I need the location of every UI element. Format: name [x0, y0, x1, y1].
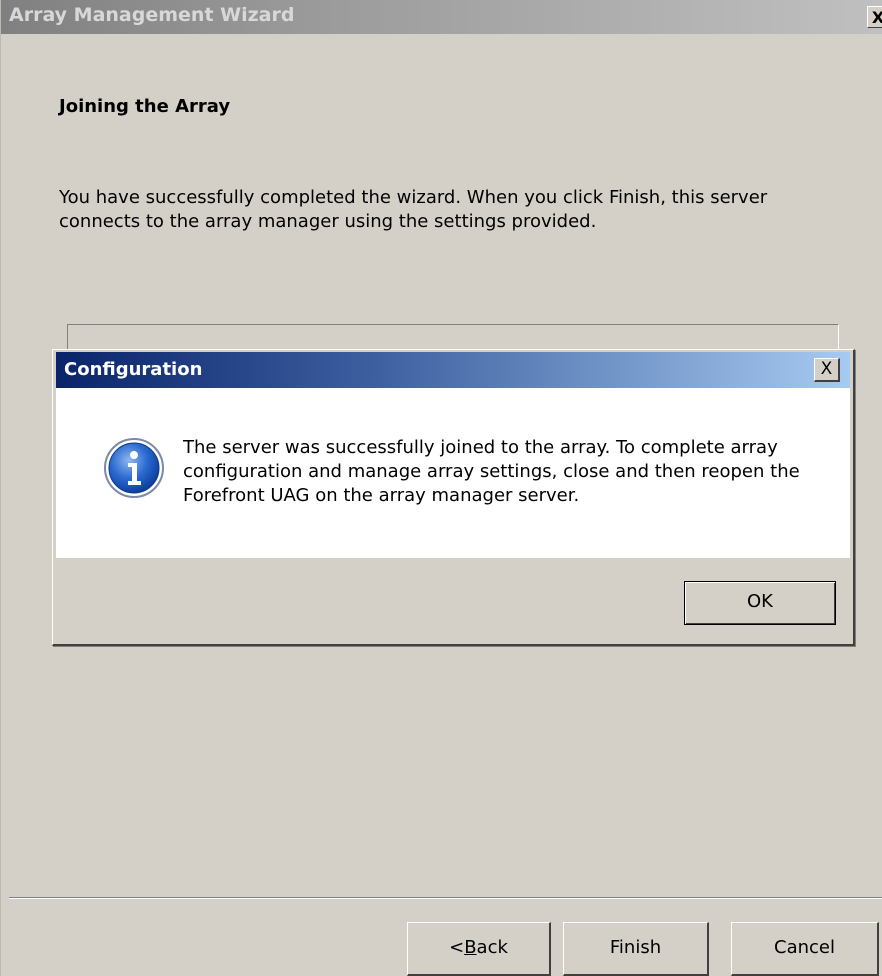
dialog-title: Configuration [64, 359, 203, 380]
wizard-title-bar[interactable]: Array Management Wizard X [1, 0, 882, 34]
wizard-description: You have successfully completed the wiza… [59, 187, 768, 232]
close-icon: X [820, 359, 833, 379]
dialog-title-bar[interactable]: Configuration X [56, 352, 850, 388]
dialog-close-button[interactable]: X [814, 358, 840, 382]
back-button-label: < Back [449, 923, 508, 973]
dialog-body: The server was successfully joined to th… [56, 388, 850, 558]
ok-button[interactable]: OK [684, 581, 836, 625]
info-icon [104, 438, 164, 498]
back-prefix: < [449, 937, 465, 958]
page-heading: Joining the Array [59, 96, 231, 117]
back-mnemonic: B [464, 937, 477, 958]
back-rest: ack [476, 937, 508, 958]
close-icon: X [871, 8, 882, 27]
array-management-wizard: Array Management Wizard X Joining the Ar… [0, 0, 882, 976]
footer-divider [9, 897, 882, 899]
wizard-close-button[interactable]: X [867, 6, 882, 28]
dialog-message: The server was successfully joined to th… [183, 437, 800, 506]
cancel-button-label: Cancel [774, 937, 835, 958]
configuration-dialog: Configuration X The server was successfu… [52, 349, 855, 646]
finish-button-label: Finish [609, 937, 662, 958]
back-button[interactable]: < Back [407, 922, 551, 976]
cancel-button[interactable]: Cancel [731, 922, 879, 976]
finish-button[interactable]: Finish [563, 922, 709, 976]
wizard-title: Array Management Wizard [9, 4, 295, 26]
ok-button-label: OK [747, 591, 773, 612]
